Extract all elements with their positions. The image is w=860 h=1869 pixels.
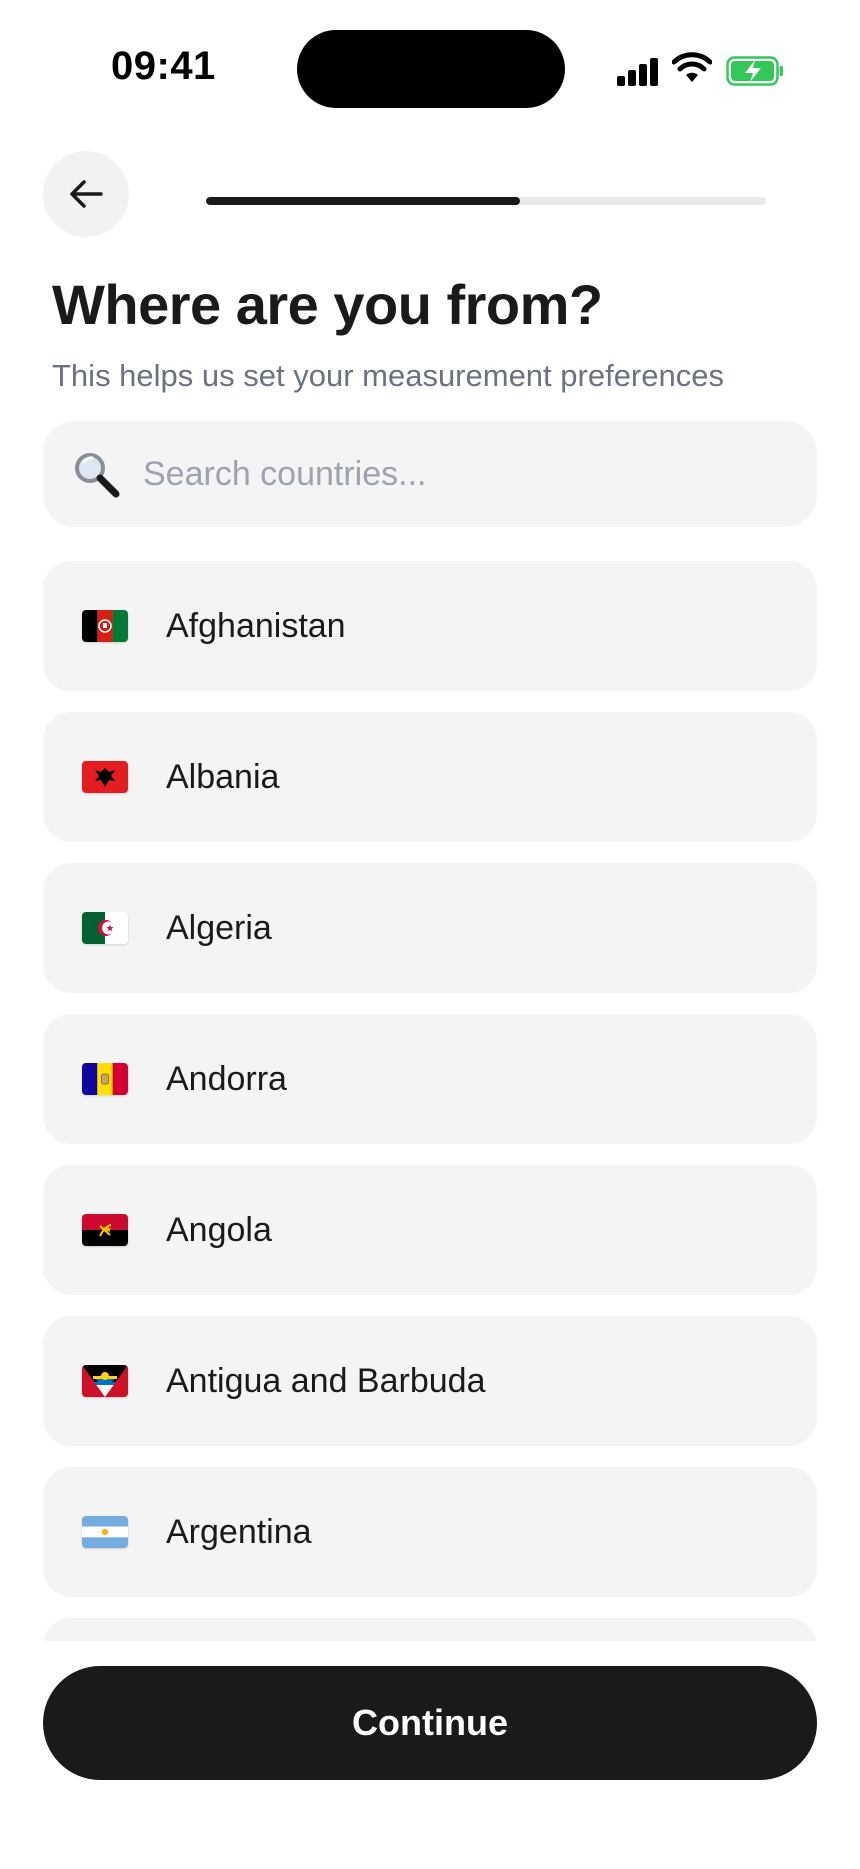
page-title: Where are you from? bbox=[52, 273, 603, 336]
country-item-albania[interactable]: Albania bbox=[43, 712, 817, 842]
country-item-partial[interactable] bbox=[43, 1618, 817, 1641]
status-time: 09:41 bbox=[111, 44, 216, 88]
argentina-flag-icon bbox=[82, 1516, 128, 1548]
country-name: Argentina bbox=[166, 1512, 312, 1551]
angola-flag-icon bbox=[82, 1214, 128, 1246]
country-name: Antigua and Barbuda bbox=[166, 1361, 486, 1400]
country-name: Angola bbox=[166, 1210, 272, 1249]
progress-fill bbox=[206, 197, 520, 205]
search-input[interactable] bbox=[141, 453, 745, 495]
albania-flag-icon bbox=[82, 761, 128, 793]
country-item-antigua-and-barbuda[interactable]: Antigua and Barbuda bbox=[43, 1316, 817, 1446]
page-subtitle: This helps us set your measurement prefe… bbox=[52, 358, 724, 393]
country-list[interactable]: Afghanistan Albania Algeria Andorra Ango… bbox=[43, 561, 817, 1641]
back-button[interactable] bbox=[43, 151, 129, 237]
onboarding-progress-bar bbox=[206, 197, 766, 205]
status-bar: 09:41 bbox=[0, 0, 860, 130]
continue-button[interactable]: Continue bbox=[43, 1666, 817, 1780]
search-bar[interactable] bbox=[43, 421, 817, 527]
country-name: Afghanistan bbox=[166, 606, 346, 645]
country-item-angola[interactable]: Angola bbox=[43, 1165, 817, 1295]
magnifying-glass-icon bbox=[75, 453, 120, 498]
country-name: Andorra bbox=[166, 1059, 287, 1098]
country-name: Algeria bbox=[166, 908, 272, 947]
algeria-flag-icon bbox=[82, 912, 128, 944]
afghanistan-flag-icon bbox=[82, 610, 128, 642]
wifi-icon bbox=[672, 52, 712, 82]
arrow-left-icon bbox=[70, 180, 103, 208]
antigua-and-barbuda-flag-icon bbox=[82, 1365, 128, 1397]
cellular-signal-icon bbox=[617, 58, 659, 86]
country-name: Albania bbox=[166, 757, 280, 796]
country-item-afghanistan[interactable]: Afghanistan bbox=[43, 561, 817, 691]
dynamic-island bbox=[297, 30, 565, 108]
battery-charging-icon bbox=[726, 56, 783, 86]
country-item-argentina[interactable]: Argentina bbox=[43, 1467, 817, 1597]
andorra-flag-icon bbox=[82, 1063, 128, 1095]
country-item-andorra[interactable]: Andorra bbox=[43, 1014, 817, 1144]
country-item-algeria[interactable]: Algeria bbox=[43, 863, 817, 993]
